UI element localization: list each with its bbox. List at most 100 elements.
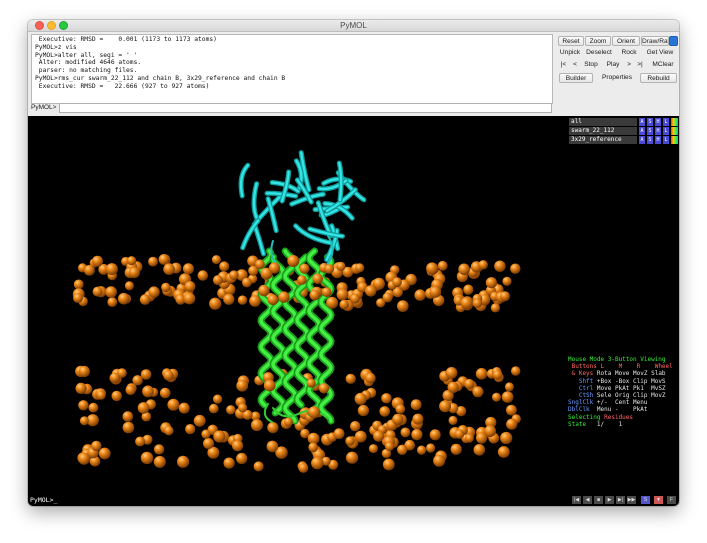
- lipid-sphere: [439, 400, 452, 413]
- lipid-sphere: [472, 298, 483, 308]
- draw-ray-menu-button[interactable]: [669, 36, 678, 46]
- object-row[interactable]: all A S H L: [568, 118, 679, 126]
- unpick-button[interactable]: Unpick: [558, 48, 582, 58]
- viewer-command-line[interactable]: PyMOL>_: [28, 494, 568, 506]
- lipid-sphere: [75, 382, 87, 394]
- lipid-sphere: [357, 404, 369, 417]
- movie-forward-icon[interactable]: ▶|: [616, 496, 625, 504]
- lipid-sphere: [161, 282, 171, 293]
- mclear-button[interactable]: MClear: [648, 60, 678, 70]
- lipid-sphere: [105, 263, 118, 276]
- lipid-sphere: [400, 427, 411, 438]
- lipid-sphere: [213, 394, 223, 404]
- object-row[interactable]: swarm_22_112 A S H L: [568, 127, 679, 135]
- control-button-panel: Reset Zoom Orient Draw/Ray Unpick Desele…: [558, 32, 679, 90]
- movie-back-icon[interactable]: ◀: [583, 496, 592, 504]
- builder-button[interactable]: Builder: [559, 73, 593, 83]
- lipid-sphere: [464, 433, 474, 443]
- get-view-button[interactable]: Get View: [642, 48, 678, 58]
- object-h-button[interactable]: H: [655, 136, 661, 144]
- lipid-sphere: [454, 429, 465, 439]
- object-a-button[interactable]: A: [639, 127, 645, 135]
- lipid-sphere: [326, 296, 339, 309]
- lipid-sphere: [140, 451, 154, 465]
- movie-full-icon[interactable]: F: [667, 496, 676, 504]
- selecting-mode: Selecting Residues: [568, 414, 679, 421]
- deselect-button[interactable]: Deselect: [583, 48, 615, 58]
- lipid-sphere: [346, 451, 359, 464]
- mouse-mode-row: CtSh Sele Orig Clip MovZ: [568, 392, 679, 399]
- object-row[interactable]: 3x29_reference A S H L: [568, 136, 679, 144]
- object-l-button[interactable]: L: [663, 136, 669, 144]
- movie-end-icon[interactable]: ▶▶: [627, 496, 636, 504]
- rewind-button[interactable]: |<: [559, 60, 568, 70]
- lipid-sphere: [163, 263, 175, 275]
- lipid-sphere: [355, 263, 365, 273]
- lipid-sphere: [473, 444, 486, 456]
- mouse-mode-row: Ctrl Move PkAt Pk1 MvSZ: [568, 385, 679, 392]
- lipid-sphere: [128, 267, 140, 279]
- movie-rewind-icon[interactable]: |◀: [572, 496, 581, 504]
- lipid-sphere: [251, 419, 263, 432]
- movie-state-icon[interactable]: ▼: [654, 496, 663, 504]
- object-l-button[interactable]: L: [663, 127, 669, 135]
- lipid-sphere: [417, 445, 427, 455]
- reset-button[interactable]: Reset: [558, 36, 584, 46]
- object-l-button[interactable]: L: [663, 118, 669, 126]
- object-a-button[interactable]: A: [639, 136, 645, 144]
- title-bar[interactable]: PyMOL: [28, 20, 679, 32]
- lipid-sphere: [345, 373, 356, 384]
- loop: [263, 403, 273, 423]
- lipid-sphere: [232, 440, 244, 452]
- legend-text: Clip: [633, 391, 652, 399]
- lipid-sphere: [354, 430, 367, 443]
- zoom-button[interactable]: Zoom: [585, 36, 611, 46]
- object-s-button[interactable]: S: [647, 136, 653, 144]
- object-a-button[interactable]: A: [639, 118, 645, 126]
- end-button[interactable]: >|: [635, 60, 645, 70]
- object-color-button[interactable]: [671, 118, 678, 126]
- play-button[interactable]: Play: [604, 60, 622, 70]
- object-s-button[interactable]: S: [647, 127, 653, 135]
- object-h-button[interactable]: H: [655, 127, 661, 135]
- legend-text: Residues: [604, 413, 634, 421]
- 3d-viewport[interactable]: [28, 116, 568, 494]
- properties-button[interactable]: Properties: [598, 73, 636, 83]
- object-name[interactable]: all: [569, 118, 637, 126]
- lipid-sphere: [429, 429, 441, 441]
- back-frame-button[interactable]: <: [571, 60, 579, 70]
- orient-button[interactable]: Orient: [612, 36, 640, 46]
- movie-stop-icon[interactable]: ■: [594, 496, 603, 504]
- lipid-sphere: [484, 425, 496, 438]
- lipid-sphere: [392, 277, 402, 287]
- console-line: PyMOL>alter all, segi = ' ': [35, 51, 138, 59]
- object-name[interactable]: swarm_22_112: [569, 127, 637, 135]
- object-s-button[interactable]: S: [647, 118, 653, 126]
- forward-frame-button[interactable]: >: [625, 60, 633, 70]
- rebuild-button[interactable]: Rebuild: [640, 73, 677, 83]
- movie-play-icon[interactable]: ▶: [605, 496, 614, 504]
- lipid-sphere: [510, 263, 521, 274]
- object-name[interactable]: 3x29_reference: [569, 136, 637, 144]
- lipid-sphere: [92, 286, 103, 297]
- lipid-sphere: [266, 440, 279, 453]
- lipid-sphere: [350, 293, 360, 304]
- console-output[interactable]: Executive: RMSD = 0.001 (1173 to 1173 at…: [31, 34, 553, 104]
- console-line: Executive: RMSD = 0.001 (1173 to 1173 at…: [35, 36, 217, 43]
- lipid-sphere: [236, 452, 248, 465]
- lipid-sphere: [92, 255, 103, 267]
- lipid-sphere: [73, 279, 84, 290]
- lipid-sphere: [447, 381, 459, 394]
- lipid-sphere: [504, 382, 514, 392]
- lipid-sphere: [211, 255, 221, 265]
- command-input[interactable]: [59, 103, 552, 113]
- legend-text: Rota: [596, 370, 615, 378]
- draw-ray-button[interactable]: Draw/Ray: [641, 36, 669, 46]
- object-h-button[interactable]: H: [655, 118, 661, 126]
- movie-scene-icon[interactable]: S: [641, 496, 650, 504]
- object-color-button[interactable]: [671, 127, 678, 135]
- rock-button[interactable]: Rock: [619, 48, 639, 58]
- stop-button[interactable]: Stop: [581, 60, 601, 70]
- lipid-sphere: [105, 286, 117, 298]
- object-color-button[interactable]: [671, 136, 678, 144]
